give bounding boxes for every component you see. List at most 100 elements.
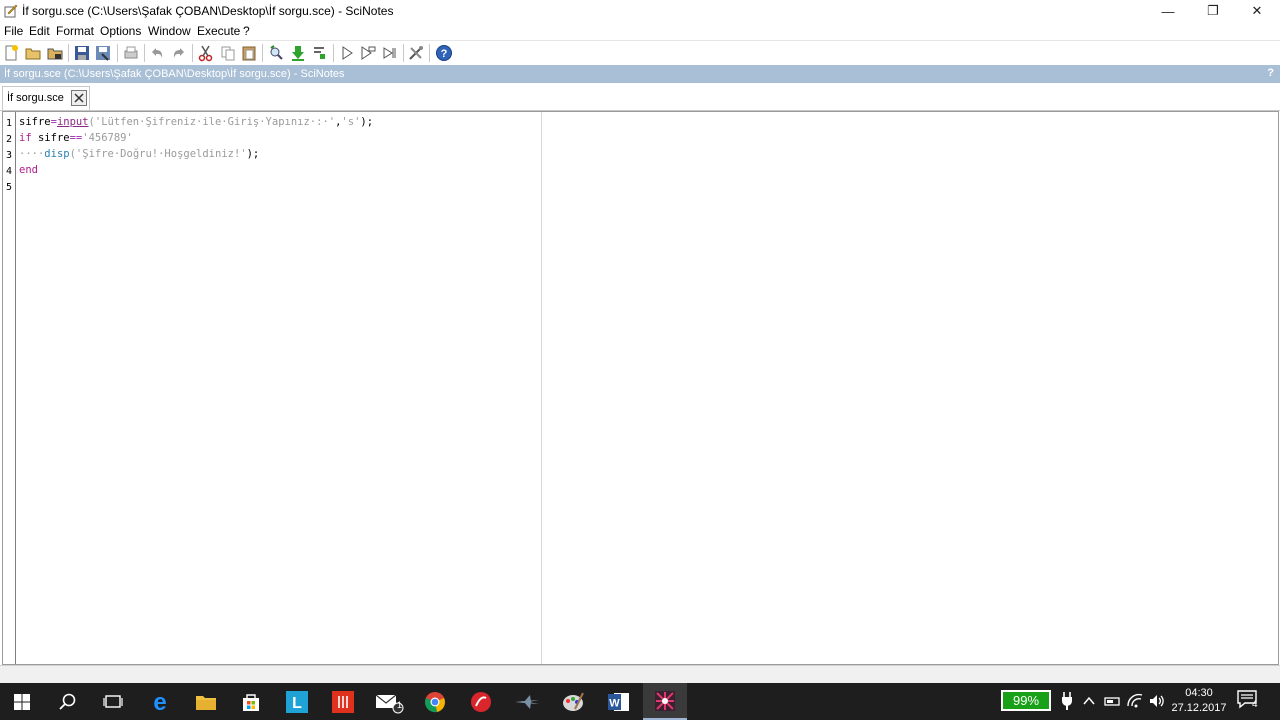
line-number: 1 <box>6 118 13 129</box>
close-tab-icon[interactable] <box>71 90 87 106</box>
execute-until-cursor-icon[interactable] <box>381 44 399 62</box>
restore-button[interactable]: ❐ <box>1190 0 1236 22</box>
clock[interactable]: 04:30 27.12.2017 <box>1170 686 1228 716</box>
taskbar-chrome[interactable] <box>413 683 457 720</box>
chrome-icon <box>425 691 445 712</box>
code-line-4: end <box>19 164 38 176</box>
clock-date: 27.12.2017 <box>1171 702 1227 714</box>
taskbar-word[interactable]: W <box>597 683 641 720</box>
close-button[interactable]: ✕ <box>1234 0 1280 22</box>
toolbar-separator <box>192 44 193 62</box>
print-icon[interactable] <box>122 44 140 62</box>
code-editor[interactable]: 1 2 3 4 5 sifre=input('Lütfen·Şifreniz·i… <box>2 111 1279 665</box>
execute-icon[interactable] <box>338 44 356 62</box>
power-plug-icon[interactable] <box>1061 691 1073 711</box>
edge-browser-icon: e <box>153 690 166 714</box>
code-line-1: sifre=input('Lütfen·Şifreniz·ile·Giriş·Y… <box>19 116 373 128</box>
menu-options[interactable]: Options <box>100 24 141 38</box>
menu-format[interactable]: Format <box>56 24 94 38</box>
open-file-in-scinotes-icon[interactable] <box>46 44 64 62</box>
paste-icon[interactable] <box>240 44 258 62</box>
taskbar-l-app[interactable]: L <box>275 683 319 720</box>
volume-icon[interactable] <box>1148 691 1166 711</box>
battery-indicator[interactable]: 99% <box>1001 690 1051 711</box>
taskbar-scilab[interactable] <box>643 683 687 720</box>
find-replace-icon[interactable] <box>267 44 285 62</box>
toolbar-separator <box>262 44 263 62</box>
toolbar: ? <box>0 40 1280 65</box>
scilab-icon <box>655 690 675 711</box>
mail-badge: 1 <box>397 700 403 710</box>
taskbar-jet-app[interactable] <box>505 683 549 720</box>
line-number-gutter: 1 2 3 4 5 <box>3 112 16 664</box>
taskbar-paint-app[interactable] <box>551 683 595 720</box>
menu-help[interactable]: ? <box>243 24 250 38</box>
undo-icon[interactable] <box>148 44 166 62</box>
red-swirl-app-icon <box>471 691 491 712</box>
search-button[interactable] <box>46 683 90 720</box>
chevron-up-icon[interactable] <box>1082 691 1096 711</box>
notification-count: 4 <box>1252 699 1258 710</box>
action-center-button[interactable]: 4 <box>1236 689 1264 713</box>
taskbar-edge[interactable]: e <box>138 683 182 720</box>
code-variable: sifre <box>31 132 70 144</box>
task-view-button[interactable] <box>91 683 135 720</box>
paint-palette-icon <box>563 692 584 711</box>
execute-with-echo-icon[interactable] <box>359 44 377 62</box>
new-file-icon[interactable] <box>2 44 20 62</box>
code-function-link[interactable]: input <box>57 116 89 128</box>
menu-execute[interactable]: Execute <box>197 24 240 38</box>
window-title: İf sorgu.sce (C:\Users\Şafak ÇOBAN\Deskt… <box>22 4 394 18</box>
code-text-area[interactable]: sifre=input('Lütfen·Şifreniz·ile·Giriş·Y… <box>17 112 542 664</box>
copy-icon[interactable] <box>219 44 237 62</box>
code-line-3: ····disp('Şifre·Doğru!·Hoşgeldiniz!'); <box>19 148 259 160</box>
taskbar-file-explorer[interactable] <box>184 683 228 720</box>
toolbar-separator <box>144 44 145 62</box>
toolbar-separator <box>429 44 430 62</box>
line-number: 5 <box>6 182 13 193</box>
code-keyword: end <box>19 164 38 176</box>
toolbar-separator <box>68 44 69 62</box>
code-close: ); <box>360 116 374 128</box>
code-string: 's' <box>341 116 361 128</box>
line-number: 4 <box>6 166 13 177</box>
wifi-icon[interactable] <box>1126 691 1144 711</box>
menu-edit[interactable]: Edit <box>29 24 50 38</box>
task-view-icon <box>103 694 123 708</box>
start-button[interactable] <box>0 683 44 720</box>
jet-plane-icon <box>515 694 539 709</box>
minimize-button[interactable]: — <box>1145 0 1191 22</box>
open-file-icon[interactable] <box>24 44 42 62</box>
taskbar-opera-app[interactable] <box>459 683 503 720</box>
document-path-bar: İf sorgu.sce (C:\Users\Şafak ÇOBAN\Deskt… <box>0 65 1280 83</box>
code-close: ); <box>246 148 260 160</box>
redo-icon[interactable] <box>170 44 188 62</box>
menu-file[interactable]: File <box>4 24 23 38</box>
windows-logo-icon <box>14 693 30 710</box>
cut-icon[interactable] <box>197 44 215 62</box>
word-icon: W <box>608 692 629 711</box>
line-number: 2 <box>6 134 13 145</box>
code-function: disp <box>44 148 70 160</box>
l-app-icon: L <box>286 690 308 713</box>
title-bar: İf sorgu.sce (C:\Users\Şafak ÇOBAN\Deskt… <box>0 0 1280 22</box>
help-icon[interactable]: ? <box>435 44 453 62</box>
taskbar-store[interactable] <box>229 683 273 720</box>
tab-strip: İf sorgu.sce <box>0 83 1280 111</box>
load-into-scilab-icon[interactable] <box>289 44 307 62</box>
taskbar-mail[interactable]: 1 <box>367 683 411 720</box>
evaluate-selection-icon[interactable] <box>311 44 329 62</box>
svg-text:e: e <box>153 690 166 714</box>
code-line-2: if sifre=='456789' <box>19 132 133 144</box>
tab-if-sorgu[interactable]: İf sorgu.sce <box>2 86 90 110</box>
pathbar-help-button[interactable]: ? <box>1267 67 1274 79</box>
preferences-tools-icon[interactable] <box>407 44 425 62</box>
taskbar-red-app[interactable] <box>321 683 365 720</box>
svg-text:W: W <box>609 697 620 709</box>
document-path-text: İf sorgu.sce (C:\Users\Şafak ÇOBAN\Deskt… <box>4 68 345 80</box>
network-adapter-icon[interactable] <box>1103 691 1121 711</box>
menu-window[interactable]: Window <box>148 24 191 38</box>
save-icon[interactable] <box>73 44 91 62</box>
save-as-icon[interactable] <box>94 44 112 62</box>
svg-text:L: L <box>292 695 302 712</box>
